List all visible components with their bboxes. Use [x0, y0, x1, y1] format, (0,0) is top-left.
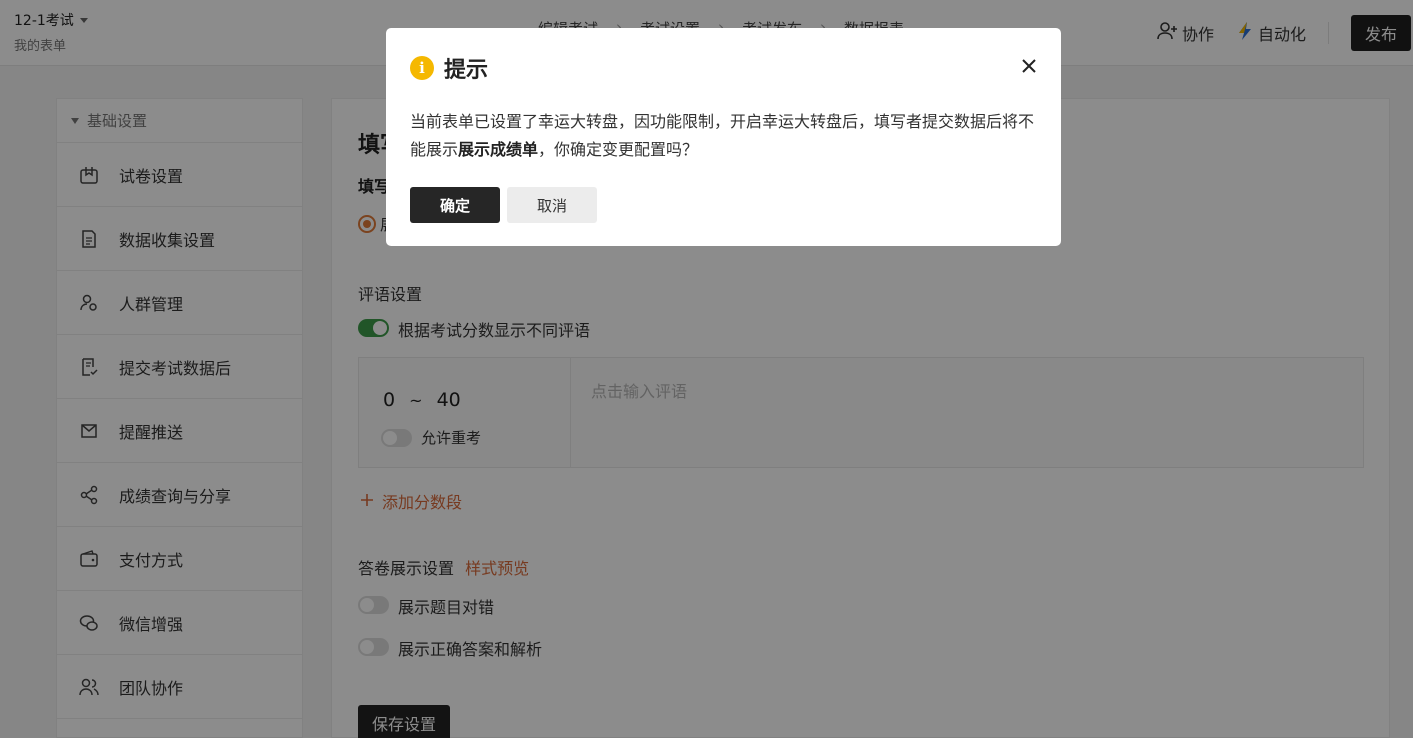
cancel-button[interactable]: 取消 [507, 187, 597, 223]
dialog-message-part2: ，你确定变更配置吗？ [538, 140, 699, 159]
dialog-title: 提示 [444, 58, 489, 83]
dialog-message-bold: 展示成绩单 [458, 140, 539, 159]
dialog-message: 当前表单已设置了幸运大转盘，因功能限制，开启幸运大转盘后，填写者提交数据后将不能… [410, 108, 1040, 164]
dialog-header: i 提示 [410, 52, 488, 84]
close-icon[interactable] [1019, 56, 1039, 76]
confirm-dialog: i 提示 当前表单已设置了幸运大转盘，因功能限制，开启幸运大转盘后，填写者提交数… [386, 28, 1061, 246]
confirm-button[interactable]: 确定 [410, 187, 500, 223]
info-icon: i [410, 56, 434, 80]
